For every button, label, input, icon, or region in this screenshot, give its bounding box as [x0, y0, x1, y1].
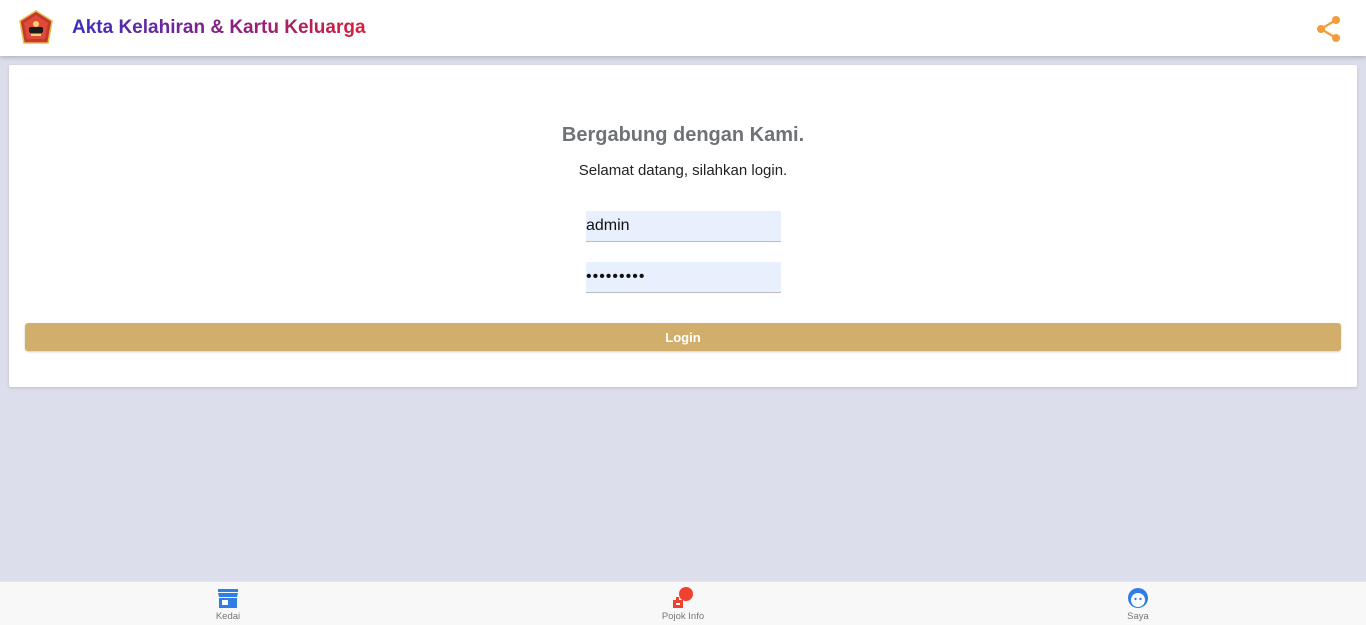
login-button[interactable]: Login: [25, 323, 1341, 351]
password-input[interactable]: [586, 262, 781, 293]
login-card: Bergabung dengan Kami. Selamat datang, s…: [9, 65, 1357, 387]
share-icon[interactable]: [1314, 14, 1344, 44]
bottom-navigation: Kedai Pojok Info Saya: [0, 581, 1366, 625]
username-input[interactable]: [586, 211, 781, 242]
login-heading: Bergabung dengan Kami.: [561, 124, 805, 146]
emblem-logo-icon: [19, 10, 53, 44]
top-app-bar: Akta Kelahiran & Kartu Keluarga: [0, 0, 1366, 56]
nav-item-kedai[interactable]: Kedai: [168, 582, 288, 625]
app-title: Akta Kelahiran & Kartu Keluarga: [72, 17, 366, 38]
nav-item-saya[interactable]: Saya: [1078, 582, 1198, 625]
login-subheading: Selamat datang, silahkan login.: [578, 162, 788, 179]
info-corner-icon: [673, 587, 693, 608]
face-icon: [1128, 588, 1148, 608]
nav-label-saya: Saya: [1127, 611, 1149, 622]
nav-label-kedai: Kedai: [215, 611, 241, 622]
nav-label-pojok-info: Pojok Info: [661, 611, 705, 622]
nav-item-pojok-info[interactable]: Pojok Info: [623, 582, 743, 625]
store-icon: [218, 589, 238, 608]
